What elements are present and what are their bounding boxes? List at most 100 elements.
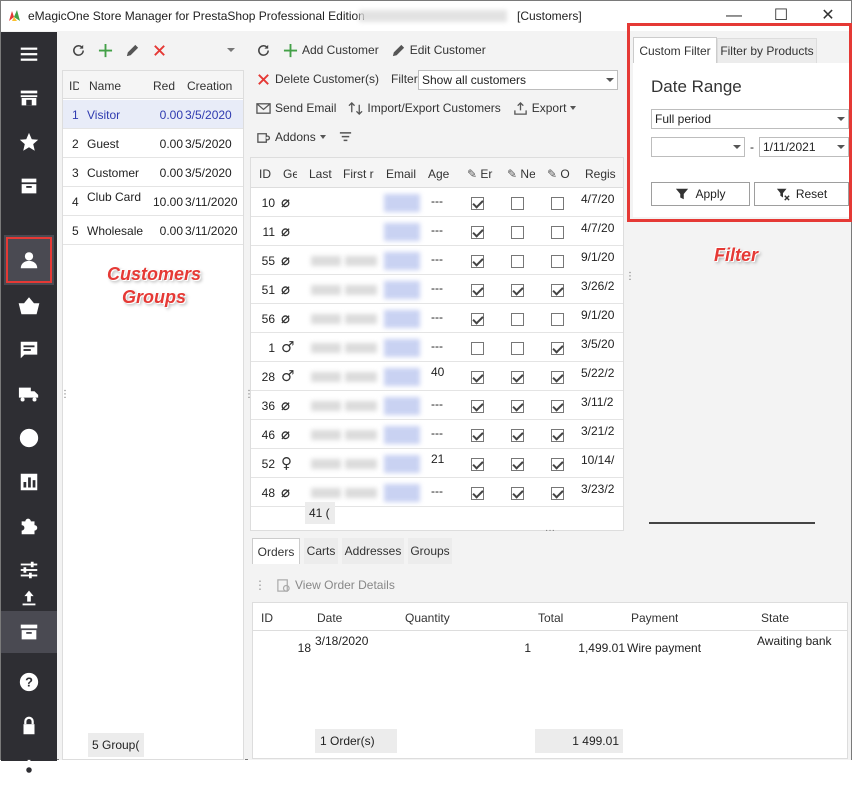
col-gender[interactable]: Ge bbox=[283, 167, 297, 181]
newsletter-checkbox[interactable] bbox=[511, 371, 524, 384]
send-email-button[interactable]: Send Email bbox=[250, 101, 342, 116]
optin-checkbox[interactable] bbox=[551, 226, 564, 239]
groups-toolbar-dropdown-icon[interactable] bbox=[227, 48, 235, 52]
col-optin[interactable]: ✎ O bbox=[547, 167, 575, 181]
optin-checkbox[interactable] bbox=[551, 400, 564, 413]
report-icon[interactable] bbox=[1, 461, 57, 503]
col-newsletter[interactable]: ✎ Ne bbox=[507, 167, 535, 181]
col-order-quantity[interactable]: Quantity bbox=[405, 611, 450, 625]
optin-checkbox[interactable] bbox=[551, 342, 564, 355]
add-customer-button[interactable]: Add Customer bbox=[277, 43, 385, 58]
settings-icon[interactable] bbox=[1, 749, 57, 791]
group-row[interactable]: 3 Customer 0.00 3/5/2020 bbox=[63, 158, 243, 187]
col-enabled[interactable]: ✎ Er bbox=[467, 167, 495, 181]
col-order-state[interactable]: State bbox=[761, 611, 789, 625]
splitter-grip[interactable]: ⋮ bbox=[625, 271, 635, 282]
optin-checkbox[interactable] bbox=[551, 458, 564, 471]
col-name[interactable]: Name bbox=[89, 79, 139, 93]
col-registration[interactable]: Regis bbox=[585, 167, 619, 181]
splitter-grip[interactable]: ⋮ bbox=[60, 389, 70, 400]
edit-group-button[interactable] bbox=[119, 43, 146, 58]
enabled-checkbox[interactable] bbox=[471, 487, 484, 500]
col-age[interactable]: Age bbox=[428, 167, 449, 181]
enabled-checkbox[interactable] bbox=[471, 313, 484, 326]
upload-icon[interactable] bbox=[1, 585, 57, 611]
view-order-details-button[interactable]: View Order Details bbox=[270, 578, 401, 593]
tab-addresses[interactable]: Addresses bbox=[342, 538, 404, 564]
enabled-checkbox[interactable] bbox=[471, 400, 484, 413]
customer-row[interactable]: 52 ♀ 21 10/14/ bbox=[251, 449, 623, 478]
col-order-date[interactable]: Date bbox=[317, 611, 342, 625]
delete-group-button[interactable] bbox=[146, 43, 173, 58]
tab-orders[interactable]: Orders bbox=[252, 538, 300, 564]
newsletter-checkbox[interactable] bbox=[511, 487, 524, 500]
import-export-button[interactable]: Import/Export Customers bbox=[342, 101, 506, 116]
newsletter-checkbox[interactable] bbox=[511, 313, 524, 326]
enabled-checkbox[interactable] bbox=[471, 458, 484, 471]
col-reduction[interactable]: Red bbox=[153, 79, 183, 93]
customer-row[interactable]: 10 ⌀ --- 4/7/20 bbox=[251, 188, 623, 217]
delete-customers-button[interactable]: Delete Customer(s) bbox=[250, 72, 385, 87]
order-row[interactable]: 18 3/18/2020 1 1,499.01 Wire payment Awaiting… bbox=[253, 631, 847, 659]
export-button[interactable]: Export bbox=[507, 101, 583, 116]
message-icon[interactable] bbox=[1, 329, 57, 371]
newsletter-checkbox[interactable] bbox=[511, 458, 524, 471]
col-order-payment[interactable]: Payment bbox=[631, 611, 678, 625]
newsletter-checkbox[interactable] bbox=[511, 255, 524, 268]
addons-button[interactable]: Addons bbox=[250, 130, 332, 145]
drag-handle-icon[interactable]: ⋮ bbox=[254, 578, 266, 592]
col-id[interactable]: ID bbox=[69, 79, 79, 93]
basket-icon[interactable] bbox=[1, 285, 57, 327]
store-icon[interactable] bbox=[1, 77, 57, 119]
enabled-checkbox[interactable] bbox=[471, 371, 484, 384]
group-row[interactable]: 1 Visitor 0.00 3/5/2020 bbox=[63, 100, 243, 129]
optin-checkbox[interactable] bbox=[551, 429, 564, 442]
col-last-name[interactable]: Last bbox=[309, 167, 332, 181]
optin-checkbox[interactable] bbox=[551, 284, 564, 297]
customer-row[interactable]: 36 ⌀ --- 3/11/2 bbox=[251, 391, 623, 420]
col-email[interactable]: Email bbox=[386, 167, 416, 181]
newsletter-checkbox[interactable] bbox=[511, 226, 524, 239]
group-row[interactable]: 4 Club Card 10.00 3/11/2020 bbox=[63, 187, 243, 216]
customer-filter-select[interactable]: Show all customers bbox=[418, 70, 618, 90]
column-filter-button[interactable] bbox=[332, 130, 359, 145]
tab-groups[interactable]: Groups bbox=[408, 538, 452, 564]
optin-checkbox[interactable] bbox=[551, 371, 564, 384]
col-order-total[interactable]: Total bbox=[538, 611, 563, 625]
customer-icon[interactable] bbox=[4, 235, 54, 285]
customer-row[interactable]: 46 ⌀ --- 3/21/2 bbox=[251, 420, 623, 449]
customer-row[interactable]: 28 ♂ 40 5/22/2 bbox=[251, 362, 623, 391]
enabled-checkbox[interactable] bbox=[471, 342, 484, 355]
lock-icon[interactable] bbox=[1, 705, 57, 747]
splitter-grip[interactable]: ⋮ bbox=[244, 389, 254, 400]
enabled-checkbox[interactable] bbox=[471, 429, 484, 442]
col-id[interactable]: ID bbox=[259, 167, 271, 181]
globe-icon[interactable] bbox=[1, 417, 57, 459]
help-icon[interactable]: ? bbox=[1, 661, 57, 703]
customer-row[interactable]: 11 ⌀ --- 4/7/20 bbox=[251, 217, 623, 246]
group-row[interactable]: 5 Wholesale 0.00 3/11/2020 bbox=[63, 216, 243, 245]
newsletter-checkbox[interactable] bbox=[511, 400, 524, 413]
optin-checkbox[interactable] bbox=[551, 255, 564, 268]
truck-icon[interactable] bbox=[1, 373, 57, 415]
archive-icon[interactable] bbox=[1, 611, 57, 653]
optin-checkbox[interactable] bbox=[551, 197, 564, 210]
col-creation[interactable]: Creation bbox=[187, 79, 239, 93]
refresh-groups-button[interactable] bbox=[65, 43, 92, 58]
enabled-checkbox[interactable] bbox=[471, 284, 484, 297]
col-order-id[interactable]: ID bbox=[261, 611, 273, 625]
enabled-checkbox[interactable] bbox=[471, 226, 484, 239]
tab-carts[interactable]: Carts bbox=[304, 538, 338, 564]
newsletter-checkbox[interactable] bbox=[511, 284, 524, 297]
group-row[interactable]: 2 Guest 0.00 3/5/2020 bbox=[63, 129, 243, 158]
newsletter-checkbox[interactable] bbox=[511, 197, 524, 210]
splitter-grip[interactable]: ··· bbox=[545, 525, 555, 536]
customer-row[interactable]: 1 ♂ --- 3/5/20 bbox=[251, 333, 623, 362]
customer-row[interactable]: 56 ⌀ --- 9/1/20 bbox=[251, 304, 623, 333]
optin-checkbox[interactable] bbox=[551, 313, 564, 326]
customer-row[interactable]: 51 ⌀ --- 3/26/2 bbox=[251, 275, 623, 304]
menu-icon[interactable] bbox=[1, 33, 57, 75]
add-group-button[interactable] bbox=[92, 43, 119, 58]
edit-customer-button[interactable]: Edit Customer bbox=[385, 43, 492, 58]
refresh-customers-button[interactable] bbox=[250, 43, 277, 58]
